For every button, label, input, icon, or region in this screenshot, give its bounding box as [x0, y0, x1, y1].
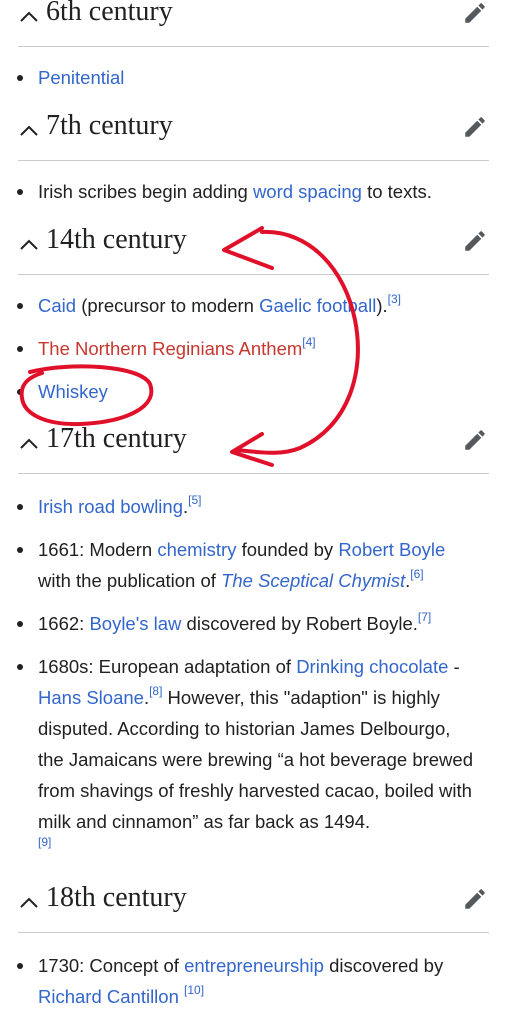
list-item: 1730: Concept of entrepreneurship discov…	[0, 950, 507, 1012]
list-item: Irish scribes begin adding word spacing …	[0, 176, 507, 207]
link-hans-sloane[interactable]: Hans Sloane	[38, 687, 144, 708]
item-text: founded by	[236, 539, 339, 560]
item-text: ).	[376, 295, 388, 316]
citation[interactable]: [9]	[38, 835, 51, 849]
list-item: 1661: Modern chemistry founded by Robert…	[0, 534, 507, 596]
section-title: 6th century	[46, 0, 173, 27]
pencil-icon[interactable]	[462, 0, 488, 26]
redlink-anthem[interactable]: The Northern Reginians Anthem	[38, 338, 302, 359]
item-list: Penitential	[0, 62, 507, 105]
list-item: The Northern Reginians Anthem[4]	[0, 333, 507, 364]
section-title: 7th century	[46, 110, 173, 141]
item-list: 1730: Concept of entrepreneurship discov…	[0, 950, 507, 1024]
link-entrepreneurship[interactable]: entrepreneurship	[184, 955, 324, 976]
link-whiskey[interactable]: Whiskey	[38, 381, 108, 402]
citation[interactable]: [5]	[188, 493, 201, 507]
citation[interactable]: [8]	[149, 684, 162, 698]
section-header[interactable]: 14th century	[0, 224, 507, 272]
item-text: However, this "adaption" is highly dispu…	[38, 687, 473, 832]
section-header[interactable]: 18th century	[0, 882, 507, 930]
item-text: discovered by	[323, 955, 444, 976]
link-caid[interactable]: Caid	[38, 295, 76, 316]
citation[interactable]: [3]	[388, 292, 401, 306]
item-list: Caid (precursor to modern Gaelic footbal…	[0, 290, 507, 419]
chevron-up-icon[interactable]	[18, 892, 40, 914]
item-list: Irish scribes begin adding word spacing …	[0, 176, 507, 219]
link-gaelic-football[interactable]: Gaelic football	[259, 295, 376, 316]
section-7th-century: 7th century Irish scribes begin adding w…	[0, 110, 507, 202]
chevron-up-icon[interactable]	[18, 6, 40, 28]
list-item: Penitential	[0, 62, 507, 93]
item-text: 1730: Concept of	[38, 955, 185, 976]
item-text: Irish scribes begin adding	[38, 181, 253, 202]
section-6th-century: 6th century Penitential	[0, 0, 507, 88]
section-title: 18th century	[46, 882, 187, 913]
list-item: 1662: Boyle's law discovered by Robert B…	[0, 608, 507, 639]
section-18th-century: 18th century 1730: Concept of entreprene…	[0, 882, 507, 1007]
section-divider	[18, 932, 489, 933]
section-divider	[18, 160, 489, 161]
section-14th-century: 14th century Caid (precursor to modern G…	[0, 224, 507, 402]
citation[interactable]: [4]	[302, 335, 315, 349]
citation[interactable]: [10]	[184, 983, 204, 997]
link-penitential[interactable]: Penitential	[38, 67, 124, 88]
item-text: 1680s: European adaptation of	[38, 656, 297, 677]
citation[interactable]: [7]	[418, 610, 431, 624]
section-title: 14th century	[46, 224, 187, 255]
link-drinking-chocolate[interactable]: Drinking chocolate	[296, 656, 448, 677]
section-divider	[18, 473, 489, 474]
item-text: 1661: Modern	[38, 539, 158, 560]
item-list: Irish road bowling.[5] 1661: Modern chem…	[0, 491, 507, 880]
item-text: 1662:	[38, 613, 90, 634]
section-divider	[18, 274, 489, 275]
link-boyles-law[interactable]: Boyle's law	[89, 613, 181, 634]
section-divider	[18, 46, 489, 47]
item-text: discovered by Robert Boyle.	[181, 613, 418, 634]
link-sceptical-chymist[interactable]: The Sceptical Chymist	[221, 570, 405, 591]
item-text: to texts.	[361, 181, 432, 202]
chevron-up-icon[interactable]	[18, 234, 40, 256]
link-richard-cantillon[interactable]: Richard Cantillon	[38, 986, 179, 1007]
italic-link-text: The Sceptical Chymist	[221, 570, 406, 591]
link-word-spacing[interactable]: word spacing	[253, 181, 362, 202]
item-text: with the publication of	[38, 570, 222, 591]
link-irish-road-bowling[interactable]: Irish road bowling	[38, 496, 183, 517]
item-text: -	[448, 656, 460, 677]
pencil-icon[interactable]	[462, 114, 488, 140]
chevron-up-icon[interactable]	[18, 433, 40, 455]
section-header[interactable]: 17th century	[0, 423, 507, 471]
list-item: Caid (precursor to modern Gaelic footbal…	[0, 290, 507, 321]
section-header[interactable]: 7th century	[0, 110, 507, 158]
chevron-up-icon[interactable]	[18, 120, 40, 142]
list-item: 1680s: European adaptation of Drinking c…	[0, 651, 507, 868]
pencil-icon[interactable]	[462, 228, 488, 254]
link-robert-boyle[interactable]: Robert Boyle	[338, 539, 445, 560]
link-chemistry[interactable]: chemistry	[157, 539, 236, 560]
section-header[interactable]: 6th century	[0, 0, 507, 44]
list-item: Irish road bowling.[5]	[0, 491, 507, 522]
section-17th-century: 17th century Irish road bowling.[5] 1661…	[0, 423, 507, 848]
item-text: (precursor to modern	[76, 295, 260, 316]
pencil-icon[interactable]	[462, 427, 488, 453]
pencil-icon[interactable]	[462, 886, 488, 912]
section-title: 17th century	[46, 423, 187, 454]
citation[interactable]: [6]	[410, 567, 423, 581]
list-item: Whiskey	[0, 376, 507, 407]
